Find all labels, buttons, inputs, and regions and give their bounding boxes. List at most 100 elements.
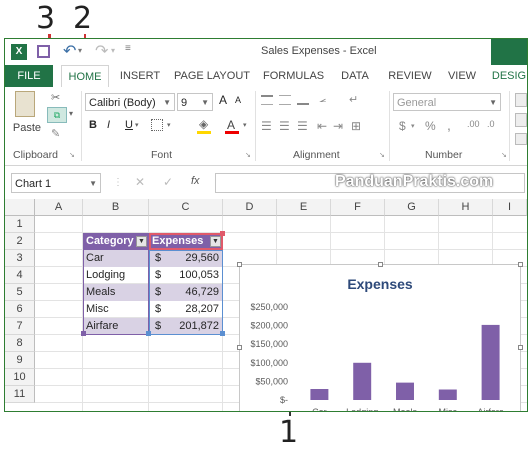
tab-home[interactable]: HOME — [61, 65, 109, 89]
range-handle[interactable] — [220, 331, 225, 336]
cell-styles-icon[interactable] — [515, 133, 527, 145]
copy-icon[interactable]: ⧉ — [47, 107, 67, 123]
save-icon[interactable] — [37, 45, 50, 58]
paste-icon[interactable] — [15, 91, 35, 117]
paste-button[interactable]: Paste — [11, 119, 43, 137]
number-format-dropdown[interactable]: General ▼ — [393, 93, 501, 111]
increase-decimal-icon[interactable]: .00 — [467, 119, 480, 129]
column-header[interactable]: F — [331, 199, 385, 216]
chart-resize-handle[interactable] — [237, 345, 242, 350]
borders-icon[interactable] — [151, 119, 163, 131]
cut-icon[interactable]: ✂ — [51, 91, 60, 104]
tab-data[interactable]: DATA — [335, 65, 375, 87]
row-header[interactable]: 2 — [5, 233, 35, 250]
redo-icon[interactable]: ↷ — [95, 41, 108, 61]
decrease-indent-icon[interactable]: ⇤ — [317, 119, 327, 133]
row-header[interactable]: 10 — [5, 369, 35, 386]
copy-dropdown-icon[interactable]: ▾ — [69, 109, 73, 118]
row-header[interactable]: 8 — [5, 335, 35, 352]
decrease-decimal-icon[interactable]: .0 — [487, 119, 495, 129]
align-center-icon[interactable]: ☰ — [279, 119, 290, 133]
row-header[interactable]: 1 — [5, 216, 35, 233]
font-name-dropdown[interactable]: Calibri (Body) ▼ — [85, 93, 175, 111]
align-top-icon[interactable] — [261, 95, 273, 105]
borders-dropdown-icon[interactable]: ▾ — [167, 121, 171, 129]
row-header[interactable]: 3 — [5, 250, 35, 267]
table-header-expenses[interactable]: Expenses ▼ — [149, 233, 223, 250]
format-table-icon[interactable] — [515, 113, 527, 127]
row-header[interactable]: 9 — [5, 352, 35, 369]
filter-dropdown-icon[interactable]: ▼ — [210, 236, 221, 247]
currency-dropdown-icon[interactable]: ▾ — [411, 122, 415, 130]
tab-page-layout[interactable]: PAGE LAYOUT — [173, 65, 251, 87]
bar-car[interactable] — [310, 389, 329, 400]
select-all-corner[interactable] — [5, 199, 35, 216]
undo-icon[interactable]: ↶ — [63, 41, 76, 61]
column-header[interactable]: D — [223, 199, 277, 216]
chart-resize-handle[interactable] — [518, 262, 523, 267]
row-header[interactable]: 5 — [5, 284, 35, 301]
font-color-dropdown-icon[interactable]: ▾ — [243, 121, 247, 129]
chart-resize-handle[interactable] — [237, 262, 242, 267]
increase-indent-icon[interactable]: ⇥ — [333, 119, 343, 133]
chart-resize-handle[interactable] — [518, 345, 523, 350]
bar-lodging[interactable] — [353, 362, 372, 400]
currency-button[interactable]: $ — [399, 119, 406, 133]
worksheet-grid[interactable]: A B C D E F G H I 1 2 3 4 5 6 7 8 9 10 1… — [5, 199, 527, 411]
comma-button[interactable]: , — [447, 117, 451, 133]
column-header[interactable]: C — [149, 199, 223, 216]
cancel-icon[interactable]: ✕ — [135, 175, 145, 189]
undo-dropdown-icon[interactable]: ▾ — [78, 46, 82, 55]
range-handle[interactable] — [220, 231, 225, 236]
shrink-font-button[interactable]: A — [235, 95, 241, 105]
italic-button[interactable]: I — [107, 119, 110, 131]
align-left-icon[interactable]: ☰ — [261, 119, 272, 133]
tab-file[interactable]: FILE — [5, 65, 53, 87]
conditional-format-icon[interactable] — [515, 93, 527, 107]
number-launcher-icon[interactable]: ↘ — [501, 151, 507, 159]
expenses-chart[interactable]: Expenses $250,000 $200,000 $150,000 $100,00… — [240, 265, 520, 412]
column-header[interactable]: A — [35, 199, 83, 216]
row-header[interactable]: 7 — [5, 318, 35, 335]
align-right-icon[interactable]: ☰ — [297, 119, 308, 133]
underline-button[interactable]: U — [125, 119, 133, 131]
column-header[interactable]: G — [385, 199, 439, 216]
insert-function-button[interactable]: fx — [191, 175, 200, 187]
row-header[interactable]: 6 — [5, 301, 35, 318]
percent-button[interactable]: % — [425, 119, 436, 133]
align-middle-icon[interactable] — [279, 95, 291, 105]
name-box[interactable]: Chart 1 ▼ — [11, 173, 101, 193]
column-header[interactable]: H — [439, 199, 493, 216]
underline-dropdown-icon[interactable]: ▾ — [135, 121, 139, 129]
font-launcher-icon[interactable]: ↘ — [245, 151, 251, 159]
redo-dropdown-icon[interactable]: ▾ — [111, 46, 115, 55]
enter-icon[interactable]: ✓ — [163, 175, 173, 189]
font-size-dropdown[interactable]: 9 ▼ — [177, 93, 213, 111]
bar-misc[interactable] — [438, 389, 457, 400]
bar-meals[interactable] — [396, 382, 414, 400]
customize-qat-icon[interactable]: ≡ — [125, 43, 131, 54]
column-header[interactable]: B — [83, 199, 149, 216]
wrap-text-icon[interactable]: ↵ — [349, 93, 358, 106]
bold-button[interactable]: B — [89, 119, 97, 131]
tab-formulas[interactable]: FORMULAS — [263, 65, 324, 87]
tab-insert[interactable]: INSERT — [117, 65, 163, 87]
tab-view[interactable]: VIEW — [445, 65, 479, 87]
clipboard-launcher-icon[interactable]: ↘ — [69, 151, 75, 159]
chart-area[interactable]: Expenses $250,000 $200,000 $150,000 $100,00… — [237, 262, 523, 412]
merge-center-icon[interactable]: ⊞ — [351, 119, 361, 133]
fill-color-icon[interactable]: ◈ — [199, 117, 208, 131]
column-header[interactable]: E — [277, 199, 331, 216]
range-handle[interactable] — [81, 331, 86, 336]
font-color-icon[interactable]: A — [227, 118, 235, 132]
column-header[interactable]: I — [493, 199, 527, 216]
align-bottom-icon[interactable] — [297, 95, 309, 105]
orientation-icon[interactable]: ⦟ — [319, 91, 326, 106]
row-header[interactable]: 4 — [5, 267, 35, 284]
row-header[interactable]: 11 — [5, 386, 35, 403]
bar-airfare[interactable] — [481, 324, 500, 400]
range-handle[interactable] — [146, 331, 151, 336]
tab-design[interactable]: DESIG — [491, 65, 527, 87]
format-painter-icon[interactable]: ✎ — [51, 127, 60, 140]
tab-review[interactable]: REVIEW — [385, 65, 435, 87]
